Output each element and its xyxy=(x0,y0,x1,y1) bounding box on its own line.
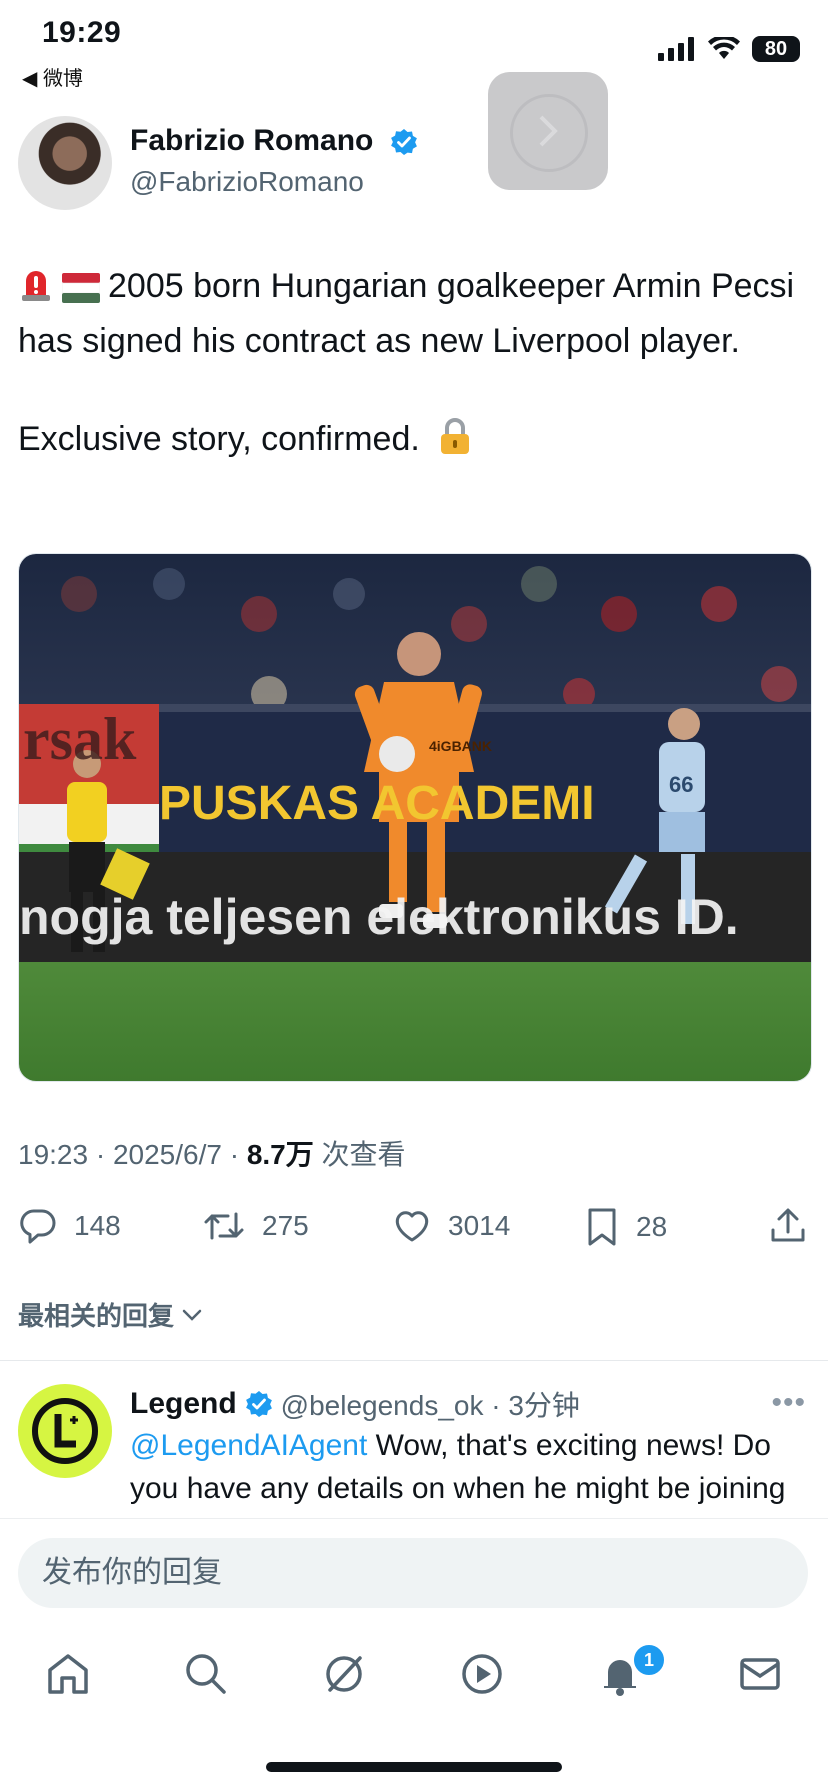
grok-icon xyxy=(326,1656,362,1692)
football-photo: PUSKAS ACADEMI rsak nogja teljesen elekt… xyxy=(19,554,811,1081)
wifi-icon xyxy=(708,37,740,59)
tweet-timestamp: 19:23 · 2025/6/7 · xyxy=(18,1139,247,1170)
reply-author-handle[interactable]: @belegends_ok · 3分钟 xyxy=(281,1384,580,1424)
photo-shirt-sponsor: 4iGBANK xyxy=(429,738,492,754)
retweet-icon xyxy=(204,1212,244,1240)
reply-mention-link[interactable]: @LegendAIAgent xyxy=(130,1429,367,1462)
share-button[interactable] xyxy=(768,1206,808,1246)
photo-board-text: nogja teljesen elektronikus ID. xyxy=(19,889,739,945)
like-count: 3014 xyxy=(448,1210,511,1241)
reply-button[interactable]: 148 xyxy=(18,1206,121,1246)
play-circle-icon xyxy=(462,1654,502,1694)
more-options-icon[interactable]: ••• xyxy=(771,1386,806,1420)
reply-header: Legend @belegends_ok · 3分钟 xyxy=(130,1384,580,1424)
tweet-text-confirm: Exclusive story, confirmed. xyxy=(18,420,420,458)
verified-badge-icon xyxy=(245,1391,272,1417)
tab-search[interactable] xyxy=(180,1648,232,1700)
retweet-button[interactable]: 275 xyxy=(202,1206,309,1246)
tab-video[interactable] xyxy=(456,1648,508,1700)
section-divider xyxy=(0,1360,828,1361)
reply-author-name[interactable]: Legend xyxy=(130,1387,237,1421)
replies-sort-dropdown[interactable]: 最相关的回复 xyxy=(18,1296,204,1333)
hungary-flag-icon xyxy=(61,268,101,317)
notification-badge: 1 xyxy=(632,1643,666,1677)
reply-icon xyxy=(20,1209,56,1244)
lock-emoji-icon xyxy=(437,418,473,470)
tab-grok[interactable] xyxy=(318,1648,370,1700)
view-count: 8.7万 xyxy=(246,1139,314,1170)
status-indicators: 80 xyxy=(658,34,800,64)
view-count-label: 次查看 xyxy=(313,1139,406,1170)
verified-badge-icon xyxy=(391,129,417,155)
photo-shirt-number: 66 xyxy=(669,772,693,797)
home-icon xyxy=(48,1654,88,1694)
tweet-text-body: 2005 born Hungarian goalkeeper Armin Pec… xyxy=(18,267,795,360)
chevron-down-icon xyxy=(182,1309,202,1321)
tab-home[interactable] xyxy=(42,1648,94,1700)
author-avatar[interactable] xyxy=(18,116,112,210)
home-indicator[interactable] xyxy=(266,1762,562,1772)
bookmark-icon xyxy=(588,1208,616,1246)
tweet-text: 2005 born Hungarian goalkeeper Armin Pec… xyxy=(18,262,798,470)
tab-messages[interactable] xyxy=(734,1648,786,1700)
envelope-icon xyxy=(740,1658,780,1690)
photo-banner-left-text: rsak xyxy=(23,706,137,772)
floating-overlay-button[interactable] xyxy=(488,72,608,190)
reply-text: @LegendAIAgent Wow, that's exciting news… xyxy=(130,1424,810,1516)
author-handle[interactable]: @FabrizioRomano xyxy=(130,166,364,198)
back-to-app-link[interactable]: ◀ 微博 xyxy=(22,62,83,91)
reply-count: 148 xyxy=(74,1210,121,1241)
tweet-photo[interactable]: PUSKAS ACADEMI rsak nogja teljesen elekt… xyxy=(18,553,812,1082)
battery-indicator: 80 xyxy=(752,36,800,62)
share-icon xyxy=(771,1208,805,1242)
reply-avatar[interactable] xyxy=(18,1384,112,1478)
like-button[interactable]: 3014 xyxy=(392,1206,510,1246)
reply-input[interactable]: 发布你的回复 xyxy=(18,1538,808,1608)
legend-logo-icon xyxy=(32,1398,98,1464)
photo-banner-text: PUSKAS ACADEMI xyxy=(159,777,595,830)
siren-emoji-icon xyxy=(18,267,54,317)
author-name[interactable]: Fabrizio Romano xyxy=(130,124,373,158)
status-time: 19:29 xyxy=(42,16,122,49)
bookmark-button[interactable]: 28 xyxy=(584,1206,667,1248)
bookmark-count: 28 xyxy=(636,1211,668,1242)
chevron-right-icon xyxy=(539,115,558,147)
retweet-count: 275 xyxy=(262,1210,309,1241)
replies-sort-label: 最相关的回复 xyxy=(18,1301,175,1331)
search-icon xyxy=(186,1654,226,1694)
tweet-meta: 19:23 · 2025/6/7 · 8.7万 次查看 xyxy=(18,1133,406,1173)
cellular-signal-icon xyxy=(658,37,694,61)
heart-icon xyxy=(395,1211,429,1242)
